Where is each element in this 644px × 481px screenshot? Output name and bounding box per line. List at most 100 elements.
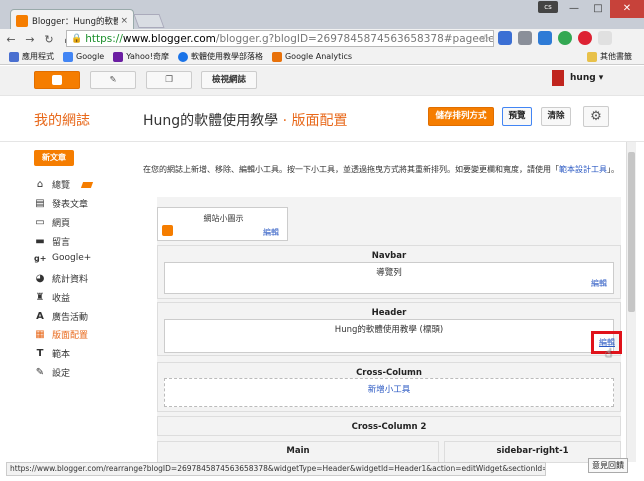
section-name: 版面配置 [291, 113, 348, 129]
navbar-edit-link[interactable]: 編輯 [591, 278, 607, 289]
sidebar-item-label: 留言 [52, 238, 71, 248]
cast-extension-icon[interactable] [518, 31, 532, 45]
new-tab-button[interactable] [133, 14, 165, 28]
bookmark-label: Yahoo!奇摩 [126, 52, 169, 61]
sidebar-item-label: 設定 [52, 369, 71, 379]
posts-list-button[interactable]: ❐ [146, 71, 192, 89]
sidebar-item-comments[interactable]: ▬ 留言 [34, 235, 70, 248]
new-post-button[interactable]: 新文章 [34, 150, 74, 166]
navbar-widget[interactable]: 導覽列 編輯 [164, 262, 614, 294]
tab-title: Blogger：Hung的軟體使... [32, 16, 119, 27]
blogger-favicon-icon [16, 14, 28, 27]
analytics-icon [271, 51, 282, 62]
avatar [552, 70, 564, 86]
bookmark-label: 軟體使用教學部落格 [190, 52, 263, 61]
bookmark-label: 應用程式 [22, 52, 54, 61]
address-bar[interactable]: 🔒 https://www.blogger.com/blogger.g?blog… [66, 30, 494, 47]
pages-icon: ▭ [35, 217, 45, 228]
user-menu[interactable]: hung ▾ [552, 70, 603, 86]
favicon-gadget[interactable]: 網站小圖示 編輯 [157, 207, 288, 241]
bookmarks-bar: 應用程式 Google Yahoo!奇摩 軟體使用教學部落格 Google An… [0, 49, 644, 65]
widget-title: Hung的軟體使用教學 (標頭) [334, 325, 444, 335]
green-extension-icon[interactable] [558, 31, 572, 45]
sidebar-item-template[interactable]: T 範本 [34, 347, 70, 360]
scrollbar-thumb[interactable] [628, 152, 635, 312]
cross-column-section: Cross-Column 新增小工具 [157, 362, 621, 412]
sidebar-item-layout[interactable]: ▦ 版面配置 [34, 328, 88, 341]
navbar-section: Navbar 導覽列 編輯 [157, 245, 621, 299]
screenshot-extension-icon[interactable] [538, 31, 552, 45]
header-section: Header Hung的軟體使用教學 (標頭) [157, 302, 621, 356]
google-icon [63, 51, 73, 62]
sidebar-item-stats[interactable]: ◕ 統計資料 [34, 272, 88, 285]
new-post-pencil-button[interactable]: ✎ [90, 71, 136, 89]
comments-icon: ▬ [35, 236, 45, 247]
sidebar-item-campaigns[interactable]: A 廣告活動 [34, 310, 88, 323]
minimize-button[interactable]: — [562, 0, 586, 18]
maximize-button[interactable]: □ [586, 0, 610, 18]
close-window-button[interactable]: ✕ [610, 0, 644, 18]
section-heading: Cross-Column 2 [351, 422, 427, 432]
clear-button[interactable]: 清除 [541, 107, 571, 126]
bookmark-yahoo[interactable]: Yahoo!奇摩 [113, 51, 169, 62]
blogger-home-button[interactable] [34, 71, 80, 89]
template-designer-link[interactable]: 範本設計工具 [559, 165, 607, 174]
browser-tab[interactable]: Blogger：Hung的軟體使... × [10, 9, 134, 31]
blogger-favicon-icon [162, 225, 173, 236]
bookmark-google[interactable]: Google [63, 51, 105, 62]
save-arrangement-button[interactable]: 儲存排列方式 [428, 107, 494, 126]
header-widget[interactable]: Hung的軟體使用教學 (標頭) [164, 319, 614, 353]
page-scrollbar[interactable] [626, 142, 636, 462]
back-arrow-icon[interactable]: ← [3, 33, 19, 46]
add-gadget-slot[interactable]: 新增小工具 [164, 378, 614, 407]
tab-close-icon[interactable]: × [120, 16, 128, 26]
url-host: www.blogger.com [122, 32, 216, 45]
bookmark-label: Google [76, 52, 105, 61]
widget-title: 導覽列 [376, 268, 402, 278]
menu-icon[interactable] [598, 31, 612, 45]
forward-arrow-icon[interactable]: → [22, 33, 38, 46]
other-bookmarks[interactable]: 其他書籤 [587, 51, 632, 62]
sidebar-item-label: 廣告活動 [52, 313, 89, 323]
my-blogs-link[interactable]: 我的網誌 [34, 110, 90, 130]
blog-name: Hung的軟體使用教學 [143, 113, 279, 129]
extension-icons [498, 31, 612, 45]
opera-extension-icon[interactable] [578, 31, 592, 45]
translate-extension-icon[interactable] [498, 31, 512, 45]
gadget-title: 網站小圖示 [203, 214, 244, 223]
layout-icon: ▦ [35, 329, 45, 340]
bookmark-apps[interactable]: 應用程式 [9, 51, 54, 62]
feedback-button[interactable]: 意見回饋 [588, 458, 628, 473]
lock-icon: 🔒 [71, 33, 83, 44]
gear-icon[interactable]: ⚙ [583, 106, 609, 127]
adwords-icon: A [36, 311, 44, 322]
apps-grid-icon [9, 51, 19, 62]
posts-icon: ▤ [35, 198, 45, 209]
sidebar-item-posts[interactable]: ▤ 發表文章 [34, 197, 88, 210]
main-section: Main [157, 441, 439, 463]
favicon-edit-link[interactable]: 編輯 [263, 227, 279, 238]
sidebar-item-googleplus[interactable]: g+ Google+ [34, 253, 91, 263]
blog-icon [177, 51, 188, 62]
view-blog-button[interactable]: 檢視網誌 [201, 71, 257, 89]
preview-button[interactable]: 預覽 [502, 107, 532, 126]
reload-icon[interactable]: ↻ [41, 33, 57, 46]
bookmark-star-icon[interactable]: ☆ [480, 32, 490, 45]
googleplus-icon: g+ [34, 253, 47, 263]
pencil-icon: ✎ [109, 75, 117, 85]
section-heading: Navbar [371, 251, 407, 261]
bookmark-software-blog[interactable]: 軟體使用教學部落格 [177, 51, 263, 62]
sidebar-item-pages[interactable]: ▭ 網頁 [34, 216, 70, 229]
bookmark-analytics[interactable]: Google Analytics [271, 51, 352, 62]
folder-icon [587, 51, 597, 62]
yahoo-icon [113, 51, 124, 62]
template-icon: T [36, 348, 44, 359]
add-gadget-link[interactable]: 新增小工具 [165, 383, 613, 395]
sidebar-item-settings[interactable]: ✎ 設定 [34, 366, 70, 379]
trophy-icon: ♜ [35, 292, 45, 303]
sidebar-item-earnings[interactable]: ♜ 收益 [34, 291, 71, 304]
sidebar-item-overview[interactable]: ⌂ 總覽 [34, 178, 94, 191]
profile-badge[interactable]: cs [538, 1, 558, 13]
copy-pages-icon: ❐ [165, 75, 173, 85]
layout-instructions: 在您的網誌上新增、移除、編輯小工具。按一下小工具，並透過拖曳方式將其重新排列。如… [143, 164, 623, 176]
